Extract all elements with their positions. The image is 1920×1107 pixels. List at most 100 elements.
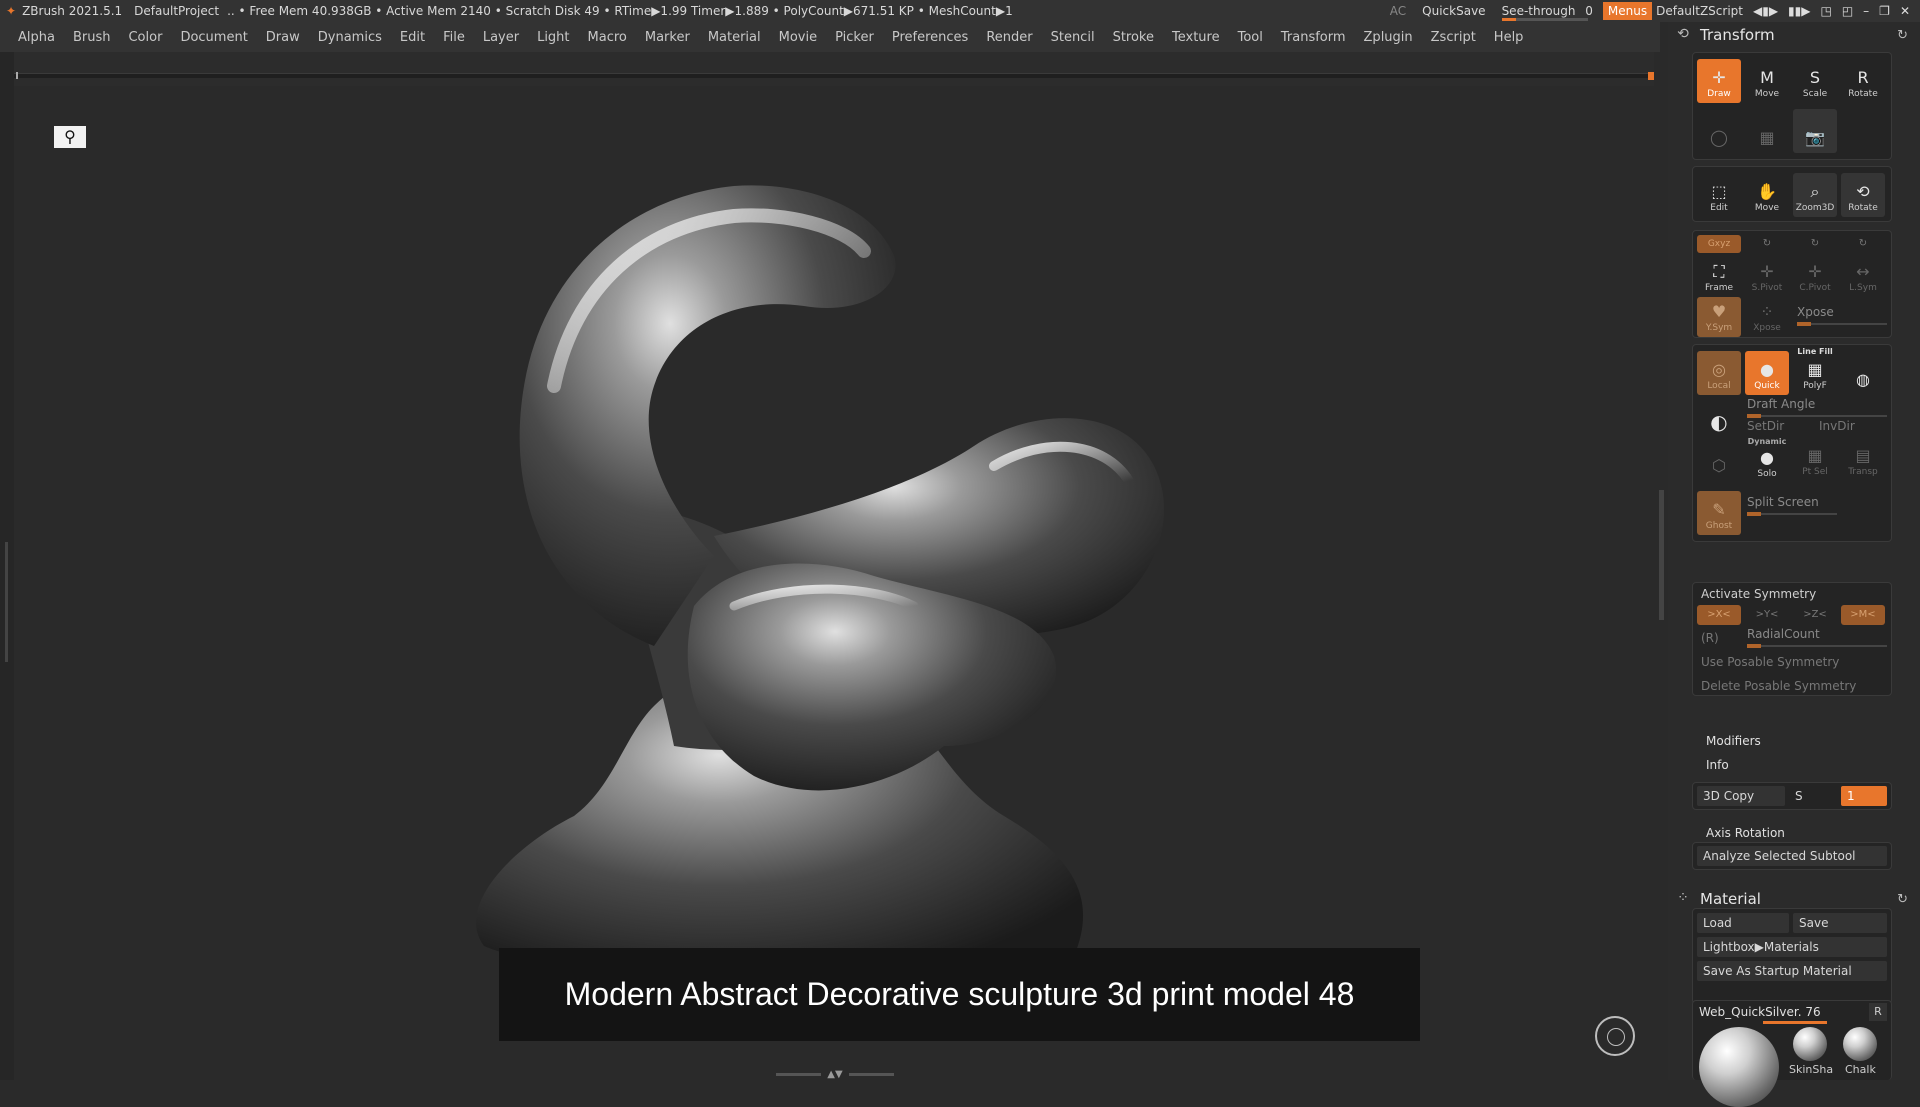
rotate-mode-button[interactable]: R Rotate xyxy=(1841,59,1885,103)
material-load-button[interactable]: Load xyxy=(1697,913,1789,933)
floating-icon[interactable]: ◰ xyxy=(1842,4,1853,18)
menu-item-layer[interactable]: Layer xyxy=(483,30,519,45)
seethrough-slider[interactable]: See-through 0 xyxy=(1501,4,1593,21)
menu-item-edit[interactable]: Edit xyxy=(400,30,425,45)
draw-mode-button[interactable]: ✛ Draw xyxy=(1697,59,1741,103)
minimize-icon[interactable]: – xyxy=(1863,4,1869,18)
menu-item-document[interactable]: Document xyxy=(180,30,247,45)
move-mode-button[interactable]: M Move xyxy=(1745,59,1789,103)
lsym-button[interactable]: ↔ L.Sym xyxy=(1841,257,1885,297)
chalk-swatch[interactable] xyxy=(1843,1027,1877,1061)
info-section[interactable]: Info xyxy=(1692,754,1892,776)
transp-button[interactable]: ▤ Transp xyxy=(1841,441,1885,481)
split-screen-slider[interactable]: Split Screen xyxy=(1747,495,1837,516)
ac-label[interactable]: AC xyxy=(1390,4,1406,18)
menu-item-light[interactable]: Light xyxy=(537,30,569,45)
menu-item-tool[interactable]: Tool xyxy=(1238,30,1263,45)
lightbox-materials-button[interactable]: Lightbox▶Materials xyxy=(1697,937,1887,957)
menu-item-texture[interactable]: Texture xyxy=(1172,30,1220,45)
polyf-button[interactable]: ▦ PolyF xyxy=(1793,355,1837,395)
draft-icon[interactable]: ◐ xyxy=(1697,401,1741,437)
copy-value-field[interactable]: 1 xyxy=(1841,786,1887,806)
menu-item-zscript[interactable]: Zscript xyxy=(1431,30,1476,45)
radial-toggle[interactable]: (R) xyxy=(1701,631,1719,645)
palette-refresh-icon[interactable]: ↻ xyxy=(1897,28,1908,43)
menu-item-dynamics[interactable]: Dynamics xyxy=(318,30,382,45)
quick-button[interactable]: ● Quick xyxy=(1745,351,1789,395)
menu-item-preferences[interactable]: Preferences xyxy=(892,30,968,45)
save-startup-material-button[interactable]: Save As Startup Material xyxy=(1697,961,1887,981)
split-icon[interactable]: ◳ xyxy=(1820,4,1831,18)
xpose-button[interactable]: ⁘ Xpose xyxy=(1745,297,1789,337)
menu-item-draw[interactable]: Draw xyxy=(266,30,300,45)
menu-item-marker[interactable]: Marker xyxy=(645,30,690,45)
menu-item-material[interactable]: Material xyxy=(708,30,761,45)
menu-item-stroke[interactable]: Stroke xyxy=(1113,30,1154,45)
transform-palette-header[interactable]: ⟲ Transform ↻ xyxy=(1668,22,1920,48)
spivot-button[interactable]: ✛ S.Pivot xyxy=(1745,257,1789,297)
sphere-icon[interactable]: ◯ xyxy=(1697,109,1741,153)
frame-button[interactable]: ⛶ Frame xyxy=(1697,257,1741,297)
draft-angle-slider[interactable]: Draft Angle xyxy=(1747,397,1887,418)
cpivot-button[interactable]: ✛ C.Pivot xyxy=(1793,257,1837,297)
use-posable-symmetry-button[interactable]: Use Posable Symmetry xyxy=(1693,651,1893,673)
sym-m-toggle[interactable]: >M< xyxy=(1841,605,1885,625)
box-icon[interactable]: ⬡ xyxy=(1697,441,1741,481)
copy3d-button[interactable]: 3D Copy xyxy=(1697,786,1785,806)
current-material-label[interactable]: Web_QuickSilver. 76 xyxy=(1699,1005,1821,1019)
menu-item-stencil[interactable]: Stencil xyxy=(1051,30,1095,45)
ptsel-button[interactable]: ▦ Pt Sel xyxy=(1793,441,1837,481)
delete-posable-symmetry-button[interactable]: Delete Posable Symmetry xyxy=(1693,675,1893,697)
rotate-x-icon[interactable]: ↻ xyxy=(1745,235,1789,253)
menu-item-color[interactable]: Color xyxy=(128,30,162,45)
menu-item-macro[interactable]: Macro xyxy=(588,30,627,45)
rotate-y-icon[interactable]: ↻ xyxy=(1793,235,1837,253)
zoom3d-button[interactable]: ⌕ Zoom3D xyxy=(1793,173,1837,217)
edit-grid-icon[interactable]: ▦ xyxy=(1745,109,1789,153)
xpose-slider[interactable]: Xpose xyxy=(1797,305,1887,326)
skinshade-swatch[interactable] xyxy=(1793,1027,1827,1061)
restore-icon[interactable]: ❐ xyxy=(1879,4,1890,18)
quicksave-button[interactable]: QuickSave xyxy=(1416,3,1491,19)
axis-rotation-section[interactable]: Axis Rotation xyxy=(1692,822,1892,844)
timeline-track[interactable] xyxy=(14,73,1654,78)
layout-toggle-2-icon[interactable]: ▮▮▶ xyxy=(1788,4,1810,18)
edit-button[interactable]: ⬚ Edit xyxy=(1697,173,1741,217)
activate-symmetry-button[interactable]: Activate Symmetry xyxy=(1693,583,1893,605)
navigation-gizmo-icon[interactable] xyxy=(1595,1016,1635,1056)
xyz-toggle[interactable]: Gxyz xyxy=(1697,235,1741,253)
menu-item-zplugin[interactable]: Zplugin xyxy=(1364,30,1413,45)
menu-item-render[interactable]: Render xyxy=(986,30,1032,45)
camera-icon[interactable]: 📷 xyxy=(1793,109,1837,153)
menu-item-picker[interactable]: Picker xyxy=(835,30,874,45)
material-reset-button[interactable]: R xyxy=(1869,1003,1887,1021)
menu-item-brush[interactable]: Brush xyxy=(73,30,111,45)
project-name[interactable]: DefaultProject xyxy=(134,4,219,18)
material-refresh-icon[interactable]: ↻ xyxy=(1897,892,1908,907)
radial-count-slider[interactable]: RadialCount xyxy=(1747,627,1887,648)
sym-y-toggle[interactable]: >Y< xyxy=(1745,605,1789,625)
ysym-button[interactable]: ♥ Y.Sym xyxy=(1697,297,1741,337)
copy-s-button[interactable]: S xyxy=(1789,786,1833,806)
right-tray-grip[interactable] xyxy=(1659,490,1664,620)
left-tray-grip[interactable] xyxy=(5,542,8,662)
zscript-name[interactable]: DefaultZScript xyxy=(1656,4,1743,18)
material-preview-ball[interactable] xyxy=(1699,1027,1779,1107)
ghost-button[interactable]: ✎ Ghost xyxy=(1697,491,1741,535)
close-icon[interactable]: ✕ xyxy=(1900,4,1910,18)
menu-item-alpha[interactable]: Alpha xyxy=(18,30,55,45)
material-slider[interactable] xyxy=(1763,1021,1827,1024)
analyze-subtool-button[interactable]: Analyze Selected Subtool xyxy=(1697,846,1887,866)
local-button[interactable]: ◎ Local xyxy=(1697,351,1741,395)
sym-x-toggle[interactable]: >X< xyxy=(1697,605,1741,625)
sym-z-toggle[interactable]: >Z< xyxy=(1793,605,1837,625)
timeline-end-marker[interactable] xyxy=(1648,72,1654,80)
material-save-button[interactable]: Save xyxy=(1793,913,1887,933)
bottom-tray-handle[interactable]: ▲▼ xyxy=(770,1069,900,1080)
canvas-viewport[interactable]: ⚲ Modern Abstract Decorative sculpture 3… xyxy=(14,86,1654,1066)
pan-button[interactable]: ✋ Move xyxy=(1745,173,1789,217)
modifiers-section[interactable]: Modifiers xyxy=(1692,730,1892,752)
layout-toggle-icon[interactable]: ◀▮▶ xyxy=(1753,4,1778,18)
material-preview-icon[interactable]: ◍ xyxy=(1841,351,1885,395)
rotate-z-icon[interactable]: ↻ xyxy=(1841,235,1885,253)
